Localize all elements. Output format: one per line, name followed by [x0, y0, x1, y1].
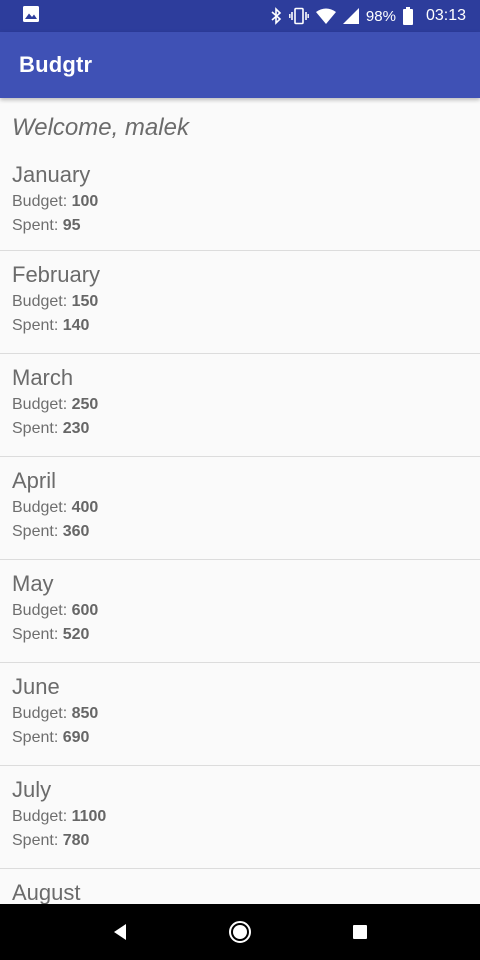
spent-line: Spent: 140 — [12, 314, 480, 338]
welcome-message: Welcome, malek — [12, 114, 189, 141]
spent-label: Spent: — [12, 523, 63, 540]
month-name: April — [12, 468, 57, 493]
budget-label: Budget: — [12, 808, 72, 825]
budget-value: 250 — [71, 396, 99, 413]
month-name: January — [12, 162, 91, 187]
list-item[interactable]: February Budget: 150 Spent: 140 — [0, 251, 480, 354]
app-title: Budgtr — [19, 52, 93, 77]
spent-value: 360 — [62, 523, 90, 540]
spent-line: Spent: 95 — [12, 214, 480, 238]
budget-value: 1100 — [71, 808, 107, 825]
spent-value: 690 — [62, 729, 90, 746]
cellular-signal-icon — [342, 8, 359, 24]
budget-label: Budget: — [12, 499, 72, 516]
vibrate-icon — [289, 7, 309, 25]
month-name: March — [12, 365, 74, 390]
recents-icon[interactable] — [336, 908, 384, 956]
back-icon[interactable] — [96, 908, 144, 956]
month-name: August — [12, 880, 81, 904]
month-name: July — [12, 777, 52, 802]
spent-line: Spent: 520 — [12, 623, 480, 647]
wifi-icon — [315, 8, 336, 24]
budget-value: 600 — [71, 602, 99, 619]
navigation-bar — [0, 904, 480, 960]
image-notification-icon — [22, 5, 40, 28]
spent-value: 520 — [62, 626, 90, 643]
budget-value: 850 — [71, 705, 99, 722]
spent-label: Spent: — [12, 420, 63, 437]
list-item[interactable]: January Budget: 100 Spent: 95 — [0, 154, 480, 251]
budget-value: 150 — [71, 293, 99, 310]
budget-value: 400 — [71, 499, 99, 516]
month-list: January Budget: 100 Spent: 95 February Budge… — [0, 154, 480, 904]
spent-line: Spent: 230 — [12, 417, 480, 441]
bluetooth-icon — [270, 7, 282, 25]
battery-percent: 98% — [365, 7, 396, 25]
app-bar: Budgtr — [0, 32, 480, 98]
spent-line: Spent: 780 — [12, 829, 480, 853]
list-item[interactable]: June Budget: 850 Spent: 690 — [0, 663, 480, 766]
list-item[interactable]: August — [0, 869, 480, 904]
list-item[interactable]: April Budget: 400 Spent: 360 — [0, 457, 480, 560]
battery-icon — [402, 7, 413, 25]
budget-line: Budget: 1100 — [12, 805, 480, 829]
budget-line: Budget: 250 — [12, 393, 480, 417]
spent-label: Spent: — [12, 317, 63, 334]
status-bar: 98% 03:13 — [0, 0, 480, 32]
budget-value: 100 — [71, 193, 99, 210]
budget-line: Budget: 150 — [12, 290, 480, 314]
month-name: May — [12, 571, 54, 596]
budget-label: Budget: — [12, 396, 72, 413]
budget-line: Budget: 600 — [12, 599, 480, 623]
spent-value: 780 — [62, 832, 90, 849]
spent-value: 140 — [62, 317, 90, 334]
month-list-container[interactable]: Welcome, malek January Budget: 100 Spent: … — [0, 98, 480, 904]
budget-label: Budget: — [12, 193, 72, 210]
budget-label: Budget: — [12, 602, 72, 619]
budget-label: Budget: — [12, 705, 72, 722]
budget-line: Budget: 850 — [12, 702, 480, 726]
spent-line: Spent: 360 — [12, 520, 480, 544]
month-name: June — [12, 674, 60, 699]
spent-label: Spent: — [12, 729, 63, 746]
spent-label: Spent: — [12, 626, 63, 643]
spent-value: 95 — [62, 217, 81, 234]
budget-label: Budget: — [12, 293, 72, 310]
spent-line: Spent: 690 — [12, 726, 480, 750]
month-name: February — [12, 262, 101, 287]
clock: 03:13 — [425, 7, 466, 24]
list-item[interactable]: May Budget: 600 Spent: 520 — [0, 560, 480, 663]
list-item[interactable]: March Budget: 250 Spent: 230 — [0, 354, 480, 457]
home-icon[interactable] — [216, 908, 264, 956]
spent-label: Spent: — [12, 832, 63, 849]
budget-line: Budget: 400 — [12, 496, 480, 520]
spent-label: Spent: — [12, 217, 63, 234]
budget-line: Budget: 100 — [12, 190, 480, 214]
spent-value: 230 — [62, 420, 90, 437]
list-item[interactable]: July Budget: 1100 Spent: 780 — [0, 766, 480, 869]
